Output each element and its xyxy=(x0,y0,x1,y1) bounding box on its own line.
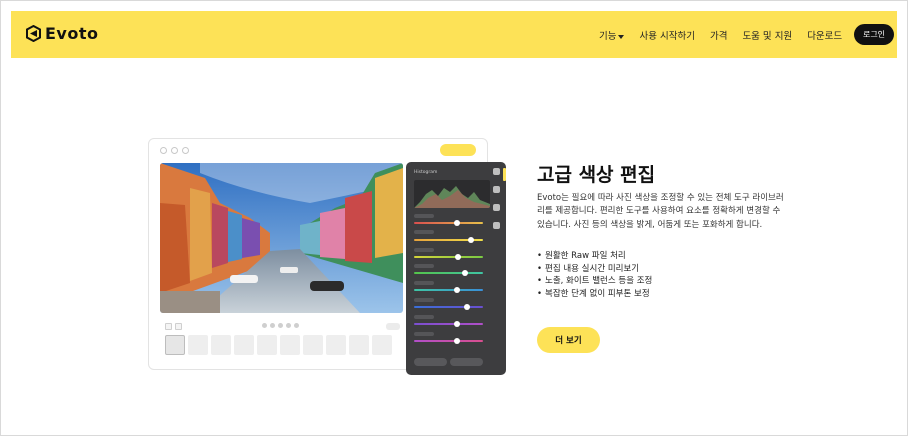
slider-label xyxy=(414,281,434,285)
main-menu: 기능 사용 시작하기 가격 도움 및 지원 다운로드 xyxy=(599,28,842,42)
slider-handle[interactable] xyxy=(454,321,460,327)
view-toggle-icon[interactable] xyxy=(165,323,172,330)
image-icon[interactable] xyxy=(493,204,500,211)
list-item: 노출, 화이트 밸런스 등을 조정 xyxy=(537,275,652,288)
list-item: 복잡한 단계 없이 피부톤 보정 xyxy=(537,288,652,301)
thumbnail[interactable] xyxy=(165,335,185,355)
adjust-slider[interactable] xyxy=(414,270,483,276)
filmstrip-toolbar xyxy=(160,321,400,332)
adjust-slider[interactable] xyxy=(414,321,483,327)
menu-item-help[interactable]: 도움 및 지원 xyxy=(742,28,792,42)
adjust-slider[interactable] xyxy=(414,237,483,243)
thumbnail[interactable] xyxy=(349,335,369,355)
slider-label xyxy=(414,230,434,234)
slider-label xyxy=(414,264,434,268)
canal-photo-image xyxy=(160,163,403,313)
adjust-slider[interactable] xyxy=(414,287,483,293)
thumbnail[interactable] xyxy=(303,335,323,355)
slider-handle[interactable] xyxy=(454,220,460,226)
menu-item-download[interactable]: 다운로드 xyxy=(807,28,842,42)
active-tab-indicator xyxy=(503,168,506,181)
thumbnail[interactable] xyxy=(372,335,392,355)
logo-text: Evoto xyxy=(45,24,99,43)
adjust-slider[interactable] xyxy=(414,338,483,344)
slider-label xyxy=(414,315,434,319)
section-heading: 고급 색상 편집 xyxy=(537,164,656,186)
mockup-pill xyxy=(440,144,476,156)
crop-icon[interactable] xyxy=(493,222,500,229)
panel-apply-button[interactable] xyxy=(450,358,483,366)
filmstrip-thumbnails xyxy=(165,335,392,355)
menu-item-features-label: 기능 xyxy=(599,31,617,42)
slider-handle[interactable] xyxy=(468,237,474,243)
compare-toggle-icon[interactable] xyxy=(175,323,182,330)
adjustment-panel: Histogram xyxy=(406,162,506,375)
slider-handle[interactable] xyxy=(454,338,460,344)
slider-label xyxy=(414,298,434,302)
adjust-slider[interactable] xyxy=(414,254,483,260)
slider-handle[interactable] xyxy=(464,304,470,310)
slider-handle[interactable] xyxy=(462,270,468,276)
thumbnail[interactable] xyxy=(257,335,277,355)
histogram xyxy=(414,180,490,208)
chevron-down-icon xyxy=(618,34,625,39)
slider-handle[interactable] xyxy=(454,287,460,293)
window-dots xyxy=(160,147,189,154)
top-nav: Evoto 기능 사용 시작하기 가격 도움 및 지원 다운로드 로그인 xyxy=(11,11,897,58)
adjust-slider[interactable] xyxy=(414,220,483,226)
logo[interactable]: Evoto xyxy=(26,24,99,43)
thumbnail[interactable] xyxy=(211,335,231,355)
menu-item-getting-started[interactable]: 사용 시작하기 xyxy=(639,28,694,42)
login-button[interactable]: 로그인 xyxy=(854,24,894,45)
list-item: 원활한 Raw 파일 처리 xyxy=(537,250,652,263)
menu-item-pricing[interactable]: 가격 xyxy=(710,28,727,42)
section-description: Evoto는 필요에 따라 사진 색상을 조정할 수 있는 전체 도구 라이브러… xyxy=(537,193,784,230)
slider-label xyxy=(414,332,434,336)
thumbnail[interactable] xyxy=(280,335,300,355)
adjust-slider[interactable] xyxy=(414,304,483,310)
histogram-title: Histogram xyxy=(414,170,438,175)
preview-photo xyxy=(160,163,403,313)
thumbnail[interactable] xyxy=(188,335,208,355)
palette-icon[interactable] xyxy=(493,168,500,175)
panel-tool-icons xyxy=(493,168,503,240)
menu-item-features[interactable]: 기능 xyxy=(599,28,625,42)
filmstrip-control[interactable] xyxy=(386,323,400,330)
histogram-graph xyxy=(414,186,490,208)
thumbnail[interactable] xyxy=(326,335,346,355)
rating-stars[interactable] xyxy=(262,323,299,328)
feature-list: 원활한 Raw 파일 처리 편집 내용 실시간 미리보기 노출, 화이트 밸런스… xyxy=(537,250,652,301)
slider-label xyxy=(414,214,434,218)
panel-reset-button[interactable] xyxy=(414,358,447,366)
learn-more-button[interactable]: 더 보기 xyxy=(537,327,600,353)
drop-icon[interactable] xyxy=(493,186,500,193)
thumbnail[interactable] xyxy=(234,335,254,355)
slider-label xyxy=(414,248,434,252)
list-item: 편집 내용 실시간 미리보기 xyxy=(537,263,652,276)
slider-handle[interactable] xyxy=(455,254,461,260)
evoto-logo-icon xyxy=(26,25,41,42)
